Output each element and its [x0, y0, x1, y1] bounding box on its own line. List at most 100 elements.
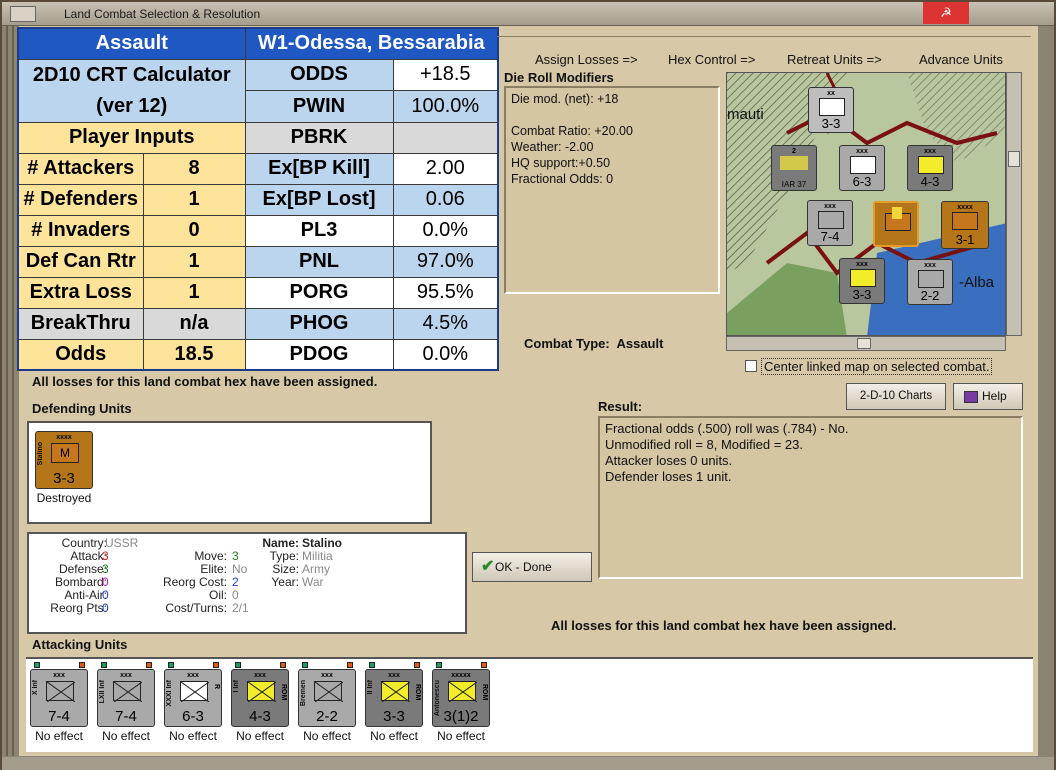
map-counter[interactable]: xxx 4-3 [907, 145, 953, 191]
crt-out-value: +18.5 [392, 58, 499, 91]
result-line: Defender loses 1 unit. [605, 469, 732, 484]
combat-type: Combat Type: Assault [524, 336, 664, 351]
crt-in-label: # Defenders [17, 183, 144, 216]
attacking-unit-counter[interactable]: xxx X Inf 7-4 [30, 669, 88, 727]
attacking-unit-counter[interactable]: xxx LXII Inf 7-4 [97, 669, 155, 727]
infantry-icon [918, 156, 944, 174]
counter-size: xxx [53, 672, 65, 679]
close-button[interactable]: ☭ [923, 2, 969, 24]
window-menu-icon[interactable] [10, 6, 36, 22]
attacking-unit-counter[interactable]: xxx Bremen 2-2 [298, 669, 356, 727]
counter-size: xxx [254, 672, 266, 679]
counter-strength: 3(1)2 [443, 708, 479, 725]
counter-name: X Inf [32, 680, 39, 696]
drm-line: Combat Ratio: +20.00 [511, 124, 633, 138]
ok-done-button[interactable]: ✔ OK - Done [472, 552, 592, 582]
attacking-unit-counter[interactable]: xxxxx Antonescu ROM 3(1)2 [432, 669, 490, 727]
org-status-icon [414, 662, 420, 668]
defending-unit-counter[interactable]: xxxx Stalino M 3-3 [35, 431, 93, 489]
attacking-unit-status: No effect [102, 729, 150, 743]
die-roll-panel: Die mod. (net): +18 Combat Ratio: +20.00… [504, 86, 720, 294]
counter-strength: 3-3 [821, 116, 841, 131]
map-counter[interactable]: 2 IAR 37 [771, 145, 817, 191]
counter-strength: 6-3 [852, 174, 872, 189]
map-counter[interactable]: xx 3-3 [808, 87, 854, 133]
explosion-icon [892, 207, 902, 219]
crt-in-value[interactable]: 1 [142, 183, 246, 216]
crt-calculator: Assault W1-Odessa, Bessarabia 2D10 CRT C… [17, 27, 499, 371]
crt-in-value[interactable]: 8 [142, 152, 246, 185]
crt-out-label: Ex[BP Lost] [244, 183, 394, 216]
attacking-unit-status: No effect [303, 729, 351, 743]
charts-button[interactable]: 2-D-10 Charts [846, 383, 946, 410]
hq-symbol-icon [819, 98, 845, 116]
infantry-icon [850, 269, 876, 287]
attacking-unit-counter[interactable]: xxx I Inf ROM 4-3 [231, 669, 289, 727]
counter-nation: R [213, 684, 220, 690]
counter-name: II Inf [367, 680, 374, 695]
defending-units-box: xxxx Stalino M 3-3 Destroyed [27, 421, 432, 524]
crt-in-label: Odds [17, 338, 144, 371]
phase-retreat-units[interactable]: Retreat Units => [787, 52, 882, 67]
attacking-unit-counter[interactable]: xxx II Inf ROM 3-3 [365, 669, 423, 727]
counter-strength: 3-3 [53, 470, 75, 487]
crt-out-value: 100.0% [392, 90, 499, 123]
map-counter-defender[interactable] [873, 201, 919, 247]
map-counter[interactable]: xxx 6-3 [839, 145, 885, 191]
counter-strength: 4-3 [249, 708, 271, 725]
counter-size: xxxxx [451, 672, 471, 679]
die-roll-title: Die Roll Modifiers [504, 70, 614, 85]
attacking-unit-status: No effect [35, 729, 83, 743]
supply-status-icon [168, 662, 174, 668]
crt-calc-title: 2D10 CRT Calculator (ver 12) [17, 58, 246, 123]
center-map-label[interactable]: Center linked map on selected combat. [761, 358, 993, 375]
reorg-pts-label: Reorg Pts: [50, 601, 107, 615]
crt-in-value: n/a [142, 307, 246, 340]
crt-header-left: Assault [17, 27, 246, 60]
map-counter[interactable]: xxx 3-3 [839, 258, 885, 304]
map-counter[interactable]: xxx 7-4 [807, 200, 853, 246]
phase-assign-losses[interactable]: Assign Losses => [535, 52, 638, 67]
counter-strength: 7-4 [48, 708, 70, 725]
crt-out-value: 97.0% [392, 245, 499, 278]
year-label: Year: [271, 575, 299, 589]
counter-nation: ROM [414, 684, 421, 701]
counter-size: xxx [321, 672, 333, 679]
scroll-thumb[interactable] [1008, 151, 1020, 167]
phase-advance-units[interactable]: Advance Units [919, 52, 1003, 67]
crt-out-label: PWIN [244, 90, 394, 123]
counter-size: xxx [856, 148, 868, 155]
attacking-units-box: xxx X Inf 7-4 No effect xxx LXII Inf 7-4 No eff… [26, 657, 1033, 752]
cost-turns-value: 2/1 [232, 601, 249, 615]
crt-out-value [392, 121, 499, 154]
losses-message: All losses for this land combat hex have… [32, 374, 378, 389]
help-button[interactable]: Help [953, 383, 1023, 410]
result-line: Fractional odds (.500) roll was (.784) -… [605, 421, 849, 436]
book-icon [964, 390, 978, 403]
scroll-thumb[interactable] [857, 338, 871, 349]
infantry-icon [952, 212, 978, 230]
phase-hex-control[interactable]: Hex Control => [668, 52, 755, 67]
counter-name: Stalino [37, 442, 44, 466]
counter-size: xxx [856, 261, 868, 268]
infantry-icon [818, 211, 844, 229]
infantry-icon [247, 681, 276, 702]
supply-status-icon [34, 662, 40, 668]
center-map-checkbox[interactable] [745, 360, 757, 372]
crt-in-value[interactable]: 0 [142, 214, 246, 247]
crt-in-value[interactable]: 1 [142, 245, 246, 278]
counter-nation: ROM [481, 684, 488, 701]
crt-out-label: PHOG [244, 307, 394, 340]
crt-out-label: PORG [244, 276, 394, 309]
crt-out-label: PBRK [244, 121, 394, 154]
crt-in-label: Def Can Rtr [17, 245, 144, 278]
attacking-unit-counter[interactable]: xxx XXXI Inf R 6-3 [164, 669, 222, 727]
map-vertical-scrollbar[interactable] [1006, 72, 1022, 336]
map-horizontal-scrollbar[interactable] [726, 336, 1006, 351]
counter-size: xxxx [957, 204, 973, 211]
map-counter[interactable]: xxxx 3-1 [941, 201, 989, 249]
defending-title: Defending Units [32, 401, 132, 416]
map-counter[interactable]: xxx 2-2 [907, 259, 953, 305]
hex-map[interactable]: mauti -Alba xx 3-3 2 IAR 37 xxx 6-3 xxx … [726, 72, 1006, 336]
crt-in-value[interactable]: 1 [142, 276, 246, 309]
